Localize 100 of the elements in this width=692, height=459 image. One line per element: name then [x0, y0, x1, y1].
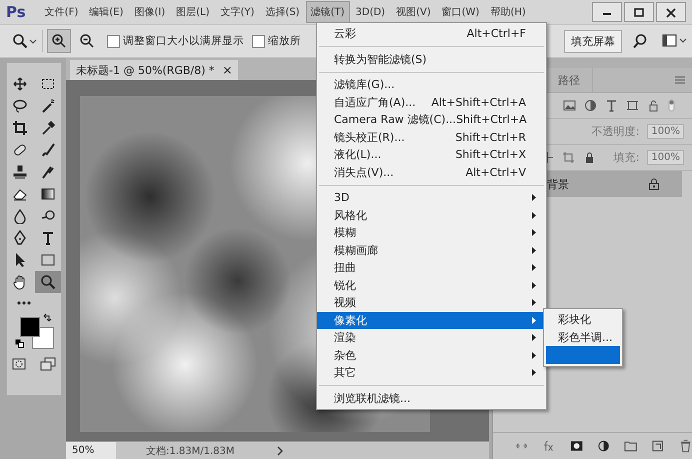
- opacity-field[interactable]: 100%: [647, 124, 684, 139]
- move-icon: [12, 76, 28, 92]
- submenu-item[interactable]: 锐化: [317, 276, 546, 294]
- menu-item[interactable]: 浏览联机滤镜...: [317, 390, 546, 407]
- menu-item[interactable]: 滤镜(T): [306, 1, 350, 23]
- gradient-icon: [40, 186, 56, 202]
- menu-item[interactable]: 视图(V): [391, 1, 436, 23]
- swap-arrows-icon[interactable]: [42, 313, 52, 323]
- close-icon[interactable]: [664, 6, 678, 18]
- rectangle-icon: [40, 252, 56, 268]
- checkbox[interactable]: [252, 34, 265, 48]
- fill-screen-button[interactable]: 填充屏幕: [564, 30, 622, 52]
- type-icon: [40, 230, 56, 246]
- minimize-button[interactable]: [592, 2, 622, 22]
- app-logo: Ps: [6, 3, 26, 21]
- zoom-icon[interactable]: [12, 33, 38, 49]
- submenu-item[interactable]: 视频: [317, 294, 546, 312]
- shortcut-text: Shift+Ctrl+R: [455, 130, 526, 144]
- drop-icon: [12, 208, 28, 224]
- submenu-arrow-icon: [532, 246, 536, 254]
- menu-item[interactable]: 窗口(W): [436, 1, 484, 23]
- menu-icon[interactable]: [674, 75, 686, 85]
- more-icon[interactable]: [16, 299, 32, 307]
- submenu-arrow-icon: [532, 334, 536, 342]
- default-colors-icon[interactable]: [15, 339, 24, 348]
- dashed-rectangle-icon: [40, 76, 56, 92]
- menu-item[interactable]: 云彩 Alt+Ctrl+F: [317, 25, 546, 42]
- submenu-arrow-icon: [532, 264, 536, 272]
- maximize-icon[interactable]: [632, 6, 646, 18]
- close-button[interactable]: [656, 2, 686, 22]
- mask-icon[interactable]: [570, 439, 583, 453]
- submenu-option[interactable]: 彩块化: [544, 311, 622, 328]
- document-title: 未标题-1 @ 50%(RGB/8) *: [76, 62, 214, 78]
- maximize-button[interactable]: [624, 2, 654, 22]
- menu-item[interactable]: 选择(S): [260, 1, 305, 23]
- fill-field[interactable]: 100%: [647, 150, 684, 165]
- menu-item[interactable]: 液化(L)... Shift+Ctrl+X: [317, 146, 546, 164]
- menu-item[interactable]: 文件(F): [40, 1, 84, 23]
- zoom-out-icon: [79, 33, 95, 49]
- shortcut-text: Shift+Ctrl+X: [455, 148, 526, 162]
- menu-item[interactable]: 3D(D): [350, 2, 390, 22]
- submenu-item[interactable]: 模糊画廊: [317, 242, 546, 259]
- submenu-option[interactable]: 彩色半调...: [544, 328, 622, 346]
- lock-icon[interactable]: [583, 151, 596, 164]
- close-tab-button[interactable]: ×: [222, 63, 232, 77]
- type-icon[interactable]: [605, 99, 618, 112]
- menu-item[interactable]: 图像(I): [129, 1, 170, 23]
- workspace-icon[interactable]: [662, 33, 688, 49]
- submenu-arrow-icon: [532, 299, 536, 306]
- quick-mask-icon[interactable]: [12, 357, 26, 371]
- toggle-icon[interactable]: [668, 99, 675, 112]
- shortcut-text: Alt+Ctrl+F: [466, 27, 526, 40]
- submenu-arrow-icon: [532, 316, 536, 324]
- submenu-arrow-icon: [532, 194, 536, 202]
- document-tab[interactable]: 未标题-1 @ 50%(RGB/8) * ×: [70, 60, 238, 80]
- zoom-in-button[interactable]: [47, 29, 71, 53]
- submenu-item[interactable]: 像素化: [317, 312, 546, 329]
- crop-icon: [12, 120, 28, 136]
- zoom-in-icon: [51, 33, 67, 49]
- search-icon[interactable]: [632, 33, 648, 49]
- chevron-right-icon[interactable]: [276, 446, 284, 456]
- lock-icon[interactable]: [647, 99, 660, 112]
- submenu-item[interactable]: 杂色: [317, 346, 546, 364]
- eyedropper-icon: [40, 120, 56, 136]
- menu-item[interactable]: 镜头校正(R)... Shift+Ctrl+R: [317, 128, 546, 146]
- menu-item[interactable]: 文字(Y): [216, 1, 260, 23]
- stamp-icon: [12, 164, 28, 180]
- zoom-icon: [40, 274, 56, 290]
- brush-icon: [40, 142, 56, 158]
- menu-item[interactable]: 帮助(H): [485, 1, 531, 23]
- submenu-item[interactable]: 扭曲: [317, 259, 546, 276]
- menu-item[interactable]: 图层(L): [171, 1, 214, 23]
- new-layer-icon[interactable]: [651, 439, 665, 453]
- magic-wand-icon: [40, 98, 56, 114]
- submenu-item[interactable]: 渲染: [317, 329, 546, 346]
- menu-item[interactable]: 滤镜库(G)...: [317, 76, 546, 94]
- color-swatches[interactable]: [20, 317, 54, 351]
- menu-item[interactable]: 编辑(E): [84, 1, 128, 23]
- transform-icon[interactable]: [626, 99, 639, 112]
- folder-icon[interactable]: [624, 439, 638, 453]
- zoom-level-field[interactable]: 50%: [66, 442, 116, 459]
- submenu-item[interactable]: 风格化: [317, 206, 546, 224]
- half-circle-icon[interactable]: [596, 439, 610, 453]
- image-icon[interactable]: [563, 99, 576, 112]
- crop-icon[interactable]: [562, 151, 575, 164]
- submenu-item[interactable]: 其它: [317, 364, 546, 382]
- submenu-arrow-icon: [532, 229, 536, 236]
- submenu-item[interactable]: 模糊: [317, 224, 546, 242]
- menu-item[interactable]: Camera Raw 滤镜(C)...Shift+Ctrl+A: [317, 111, 546, 128]
- brush-icon: [40, 164, 56, 180]
- menu-item[interactable]: 自适应广角(A)... Alt+Shift+Ctrl+A: [317, 94, 546, 111]
- screen-mode-icon[interactable]: [40, 357, 56, 371]
- checkbox[interactable]: [107, 34, 120, 48]
- menu-item[interactable]: 转换为智能滤镜(S): [317, 50, 546, 68]
- submenu-arrow-icon: [532, 369, 536, 376]
- checkbox-label: 调整窗口大小以满屏显示: [123, 34, 244, 48]
- trash-icon[interactable]: [678, 439, 692, 453]
- pen-icon: [12, 230, 28, 246]
- document-size-text: 文档:1.83M/1.83M: [146, 444, 236, 458]
- half-circle-icon[interactable]: [584, 99, 597, 112]
